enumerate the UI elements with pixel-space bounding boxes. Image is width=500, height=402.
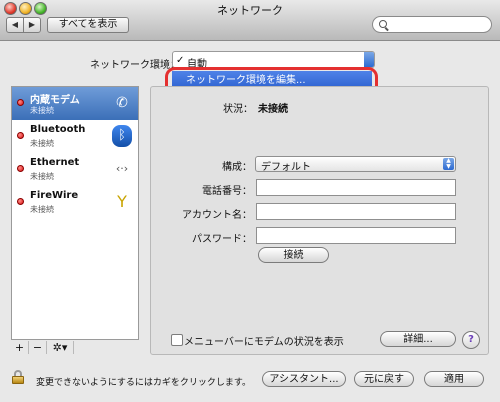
advanced-button[interactable]: 詳細... [380, 331, 456, 347]
popup-arrows-icon: ▲ ▼ [443, 158, 454, 170]
service-status: 未接続 [30, 205, 54, 214]
add-service-button[interactable]: + [11, 341, 29, 354]
service-name: FireWire [30, 190, 79, 201]
service-status: 未接続 [30, 139, 54, 148]
status-dot-icon [17, 99, 24, 106]
help-button[interactable]: ? [462, 331, 480, 349]
assistant-button[interactable]: アシスタント... [262, 371, 346, 387]
service-name: 内蔵モデム [30, 95, 80, 106]
service-status: 未接続 [30, 172, 54, 181]
account-name-label: アカウント名： [182, 210, 252, 221]
phone-number-field[interactable] [256, 179, 456, 196]
forward-button[interactable]: ▶ [23, 17, 41, 33]
service-item-bluetooth[interactable]: Bluetooth 未接続 ᛒ [12, 120, 138, 153]
show-modem-status-checkbox[interactable] [171, 334, 183, 346]
location-popup[interactable]: ✓ 自動 [172, 51, 375, 70]
status-dot-icon [17, 198, 24, 205]
config-value: デフォルト [261, 162, 311, 173]
revert-button[interactable]: 元に戻す [354, 371, 414, 387]
service-name: Ethernet [30, 157, 80, 168]
service-item-internal-modem[interactable]: 内蔵モデム 未接続 ✆ [12, 87, 138, 120]
remove-service-button[interactable]: − [29, 341, 47, 354]
service-name: Bluetooth [30, 124, 86, 135]
location-label: ネットワーク環境： [90, 60, 180, 71]
connect-button[interactable]: 接続 [258, 247, 329, 263]
service-status: 未接続 [30, 106, 54, 115]
lock-instructions: 変更できないようにするにはカギをクリックします。 [36, 378, 252, 388]
status-dot-icon [17, 165, 24, 172]
bluetooth-icon: ᛒ [112, 125, 132, 147]
service-item-ethernet[interactable]: Ethernet 未接続 ‹·› [12, 153, 138, 186]
service-list-controls: + − ✲▾ [11, 341, 139, 355]
network-preferences-window: ネットワーク ◀ ▶ すべてを表示 ネットワーク環境： ✓ 自動 ネットワーク環… [0, 0, 500, 402]
title-bar: ネットワーク ◀ ▶ すべてを表示 [0, 0, 500, 41]
status-label: 状況： [223, 104, 253, 115]
search-icon [379, 20, 387, 28]
back-button[interactable]: ◀ [6, 17, 24, 33]
show-all-button[interactable]: すべてを表示 [47, 17, 129, 33]
status-dot-icon [17, 132, 24, 139]
config-label: 構成： [222, 162, 252, 173]
action-menu-button[interactable]: ✲▾ [47, 341, 74, 354]
config-popup[interactable]: デフォルト ▲ ▼ [255, 156, 456, 173]
password-field[interactable] [256, 227, 456, 244]
service-item-firewire[interactable]: FireWire 未接続 Y [12, 186, 138, 219]
password-label: パスワード： [192, 234, 252, 245]
popup-arrows-icon [364, 52, 374, 67]
account-name-field[interactable] [256, 203, 456, 220]
lock-icon[interactable] [12, 370, 24, 384]
phone-icon: ✆ [116, 95, 128, 111]
phone-number-label: 電話番号： [202, 186, 252, 197]
firewire-icon: Y [117, 192, 127, 211]
show-modem-status-label: メニューバーにモデムの状況を表示 [184, 337, 344, 348]
apply-button[interactable]: 適用 [424, 371, 484, 387]
search-input[interactable] [372, 16, 492, 33]
checkmark-icon: ✓ [176, 55, 185, 66]
service-list: 内蔵モデム 未接続 ✆ Bluetooth 未接続 ᛒ Ethernet 未接続… [11, 86, 139, 340]
ethernet-icon: ‹·› [115, 162, 129, 175]
status-value: 未接続 [258, 104, 288, 115]
